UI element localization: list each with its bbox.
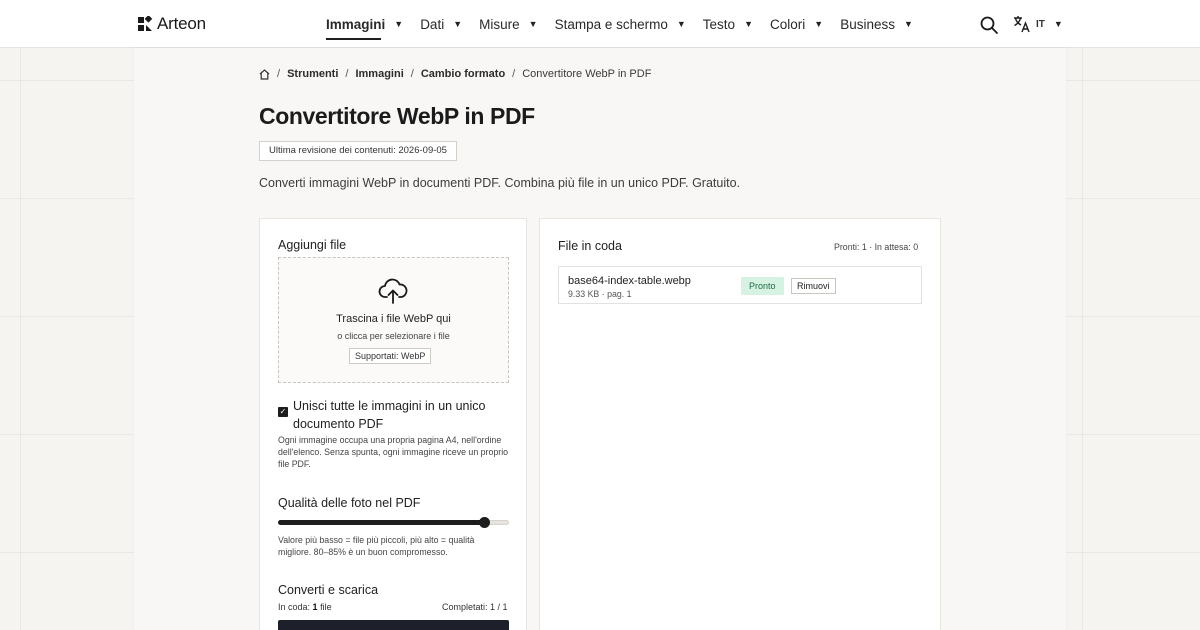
queue-count-value: 1	[312, 602, 318, 612]
nav-label: Dati	[420, 16, 445, 32]
quality-slider[interactable]	[278, 517, 509, 528]
queue-count: In coda: 1 file	[278, 602, 332, 612]
caret-down-icon: ▼	[394, 19, 404, 29]
nav-item-dati[interactable]: Dati ▼	[420, 17, 462, 32]
supported-formats-tag: Supportati: WebP	[349, 348, 432, 364]
breadcrumb-link-cambio-formato[interactable]: Cambio formato	[421, 68, 505, 80]
nav-item-immagini[interactable]: Immagini ▼	[326, 16, 404, 40]
breadcrumb: / Strumenti / Immagini / Cambio formato …	[259, 68, 651, 80]
page-description: Converti immagini WebP in documenti PDF.…	[259, 176, 741, 190]
queue-count-label: In coda:	[278, 602, 311, 612]
quality-help-text: Valore più basso = file più piccoli, più…	[278, 535, 475, 557]
nav-label: Stampa e schermo	[554, 16, 668, 32]
caret-down-icon: ▼	[814, 19, 824, 29]
slider-thumb[interactable]	[478, 517, 490, 528]
search-button[interactable]	[979, 15, 999, 35]
queue-count-unit: file	[320, 602, 332, 612]
convert-download-button[interactable]	[278, 620, 509, 630]
caret-down-icon: ▼	[744, 19, 753, 29]
breadcrumb-separator: /	[512, 68, 516, 80]
caret-down-icon: ▼	[528, 19, 538, 29]
nav-label: Business	[840, 16, 895, 32]
convert-section-title: Converti e scarica	[278, 583, 379, 597]
revision-badge: Ultima revisione dei contenuti: 2026-09-…	[259, 141, 457, 161]
page-title: Convertitore WebP in PDF	[259, 103, 535, 129]
quality-section-title: Qualità delle foto nel PDF	[278, 496, 421, 510]
breadcrumb-link-strumenti[interactable]: Strumenti	[287, 68, 338, 80]
search-icon	[980, 16, 998, 34]
file-name: base64-index-table.webp	[568, 275, 691, 287]
nav-label: Misure	[479, 16, 520, 32]
caret-down-icon: ▼	[676, 19, 686, 29]
logo[interactable]: Arteon	[137, 14, 206, 34]
queue-file-row: base64-index-table.webp 9.33 KB · pag. 1…	[558, 266, 922, 304]
file-meta: 9.33 KB · pag. 1	[568, 289, 632, 299]
caret-down-icon: ▼	[903, 19, 913, 29]
dropzone-sub-text: o clicca per selezionare i file	[337, 331, 450, 341]
nav-item-stampa-e-schermo[interactable]: Stampa e schermo ▼	[555, 17, 686, 32]
breadcrumb-separator: /	[345, 68, 349, 80]
completed-count: Completati: 1 / 1	[442, 602, 508, 612]
remove-file-button[interactable]: Rimuovi	[791, 278, 836, 294]
merge-checkbox-label[interactable]: Unisci tutte le immagini in un unico doc…	[293, 397, 508, 433]
queue-status: Pronti: 1 · In attesa: 0	[834, 242, 919, 252]
slider-fill	[278, 520, 484, 525]
breadcrumb-current: Convertitore WebP in PDF	[522, 68, 652, 80]
home-icon[interactable]	[259, 68, 270, 80]
language-code: IT	[1036, 18, 1045, 30]
caret-down-icon: ▼	[453, 19, 463, 29]
merge-help-text: Ogni immagine occupa una propria pagina …	[278, 435, 509, 469]
breadcrumb-separator: /	[277, 68, 281, 80]
logo-text: Arteon	[157, 14, 206, 33]
file-dropzone[interactable]: Trascina i file WebP qui o clicca per se…	[278, 257, 509, 383]
cloud-upload-icon	[378, 278, 408, 304]
nav-item-misure[interactable]: Misure ▼	[479, 17, 537, 32]
queue-title: File in coda	[558, 239, 622, 253]
nav-label: Immagini	[326, 16, 386, 32]
language-selector[interactable]: IT ▼	[1013, 15, 1063, 33]
logo-icon	[138, 16, 153, 31]
top-bar: Arteon Immagini ▼ Dati ▼ Misure ▼ Stampa…	[0, 0, 1200, 48]
nav-label: Colori	[770, 16, 806, 32]
merge-checkbox[interactable]: ✓	[278, 407, 288, 417]
nav-label: Testo	[702, 16, 736, 32]
status-badge: Pronto	[741, 277, 784, 295]
nav-item-testo[interactable]: Testo ▼	[703, 17, 753, 32]
breadcrumb-separator: /	[410, 68, 414, 80]
main-nav: Immagini ▼ Dati ▼ Misure ▼ Stampa e sche…	[326, 0, 930, 48]
upload-section-title: Aggiungi file	[278, 238, 347, 252]
dropzone-main-text: Trascina i file WebP qui	[336, 313, 451, 325]
nav-item-colori[interactable]: Colori ▼	[770, 17, 823, 32]
translate-icon	[1014, 16, 1030, 33]
caret-down-icon: ▼	[1053, 19, 1063, 29]
nav-item-business[interactable]: Business ▼	[840, 17, 913, 32]
breadcrumb-link-immagini[interactable]: Immagini	[355, 68, 403, 80]
